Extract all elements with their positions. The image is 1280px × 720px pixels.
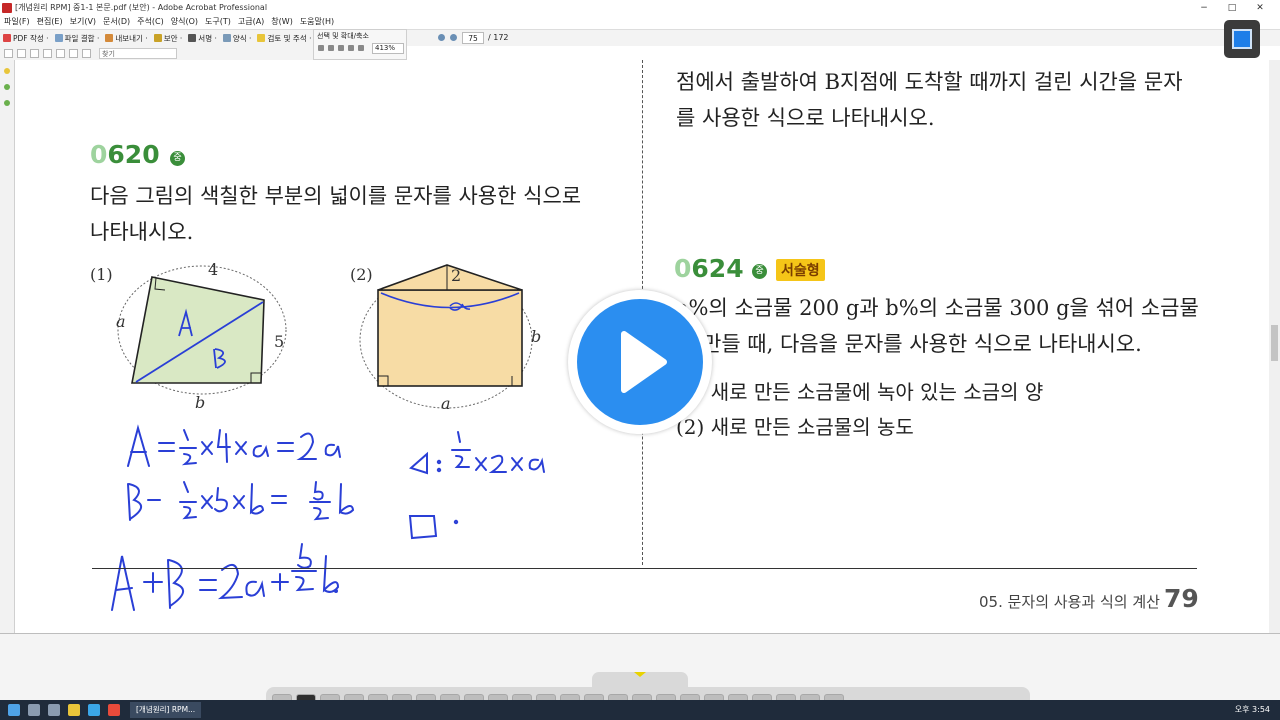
- scrollbar-thumb[interactable]: [1271, 325, 1278, 361]
- menu-file[interactable]: 파일(F): [4, 16, 30, 27]
- export-button[interactable]: 내보내기 ·: [105, 33, 148, 44]
- close-button[interactable]: ✕: [1246, 0, 1274, 15]
- zoom-in-icon[interactable]: [338, 45, 344, 51]
- ie-icon[interactable]: [88, 704, 100, 716]
- page-navigation: 75 / 172: [438, 29, 509, 46]
- menu-comments[interactable]: 주석(C): [137, 16, 164, 27]
- difficulty-badge: 중: [752, 264, 767, 279]
- pen-icon: [188, 34, 197, 42]
- search-input[interactable]: 찾기: [99, 47, 177, 59]
- menu-bar: 파일(F) 편집(E) 보기(V) 문서(D) 주석(C) 양식(O) 도구(T…: [0, 15, 1280, 28]
- question-number-0624: 0624: [674, 254, 744, 283]
- footer-page-number: 79: [1164, 584, 1199, 613]
- video-play-button[interactable]: [568, 290, 712, 434]
- pdf-icon: [3, 34, 11, 42]
- question-0624-item2: (2) 새로 만든 소금물의 농도: [676, 415, 914, 439]
- vertical-scrollbar[interactable]: [1269, 60, 1280, 633]
- figure-2-triangle: [377, 264, 523, 291]
- sign-button[interactable]: 서명 ·: [188, 33, 217, 44]
- main-toolbar: PDF 작성 · 파일 결합 · 내보내기 · 보안 · 서명 · 양식 · 검…: [0, 29, 1280, 46]
- drawing-app-button[interactable]: [1224, 20, 1260, 58]
- menu-edit[interactable]: 편집(E): [37, 16, 63, 27]
- attach-icon[interactable]: [56, 48, 65, 58]
- zoom-dropdown-icon[interactable]: [358, 45, 364, 51]
- search-icon[interactable]: [28, 704, 40, 716]
- print-icon[interactable]: [30, 48, 39, 58]
- bookmarks-icon[interactable]: [4, 68, 10, 74]
- footer-section-title: 05. 문자의 사용과 식의 계산: [979, 593, 1160, 611]
- review-button[interactable]: 검토 및 주석 ·: [257, 33, 312, 44]
- play-icon: [621, 331, 667, 393]
- export-icon: [105, 34, 114, 42]
- attachments-icon[interactable]: [4, 100, 10, 106]
- maximize-button[interactable]: □: [1218, 0, 1246, 15]
- undo-icon[interactable]: [69, 48, 78, 58]
- zoom-level-field[interactable]: 413%: [372, 43, 404, 54]
- hand-tool-icon[interactable]: [328, 45, 334, 51]
- question-0624-line1: a%의 소금물 200 g과 b%의 소금물 300 g을 섞어 소금물: [676, 296, 1199, 320]
- prev-page-icon[interactable]: [438, 34, 445, 41]
- file-combine-button[interactable]: 파일 결합 ·: [54, 33, 99, 44]
- open-icon[interactable]: [4, 48, 13, 58]
- question-0624-line2: 을 만들 때, 다음을 문자를 사용한 식으로 나타내시오.: [676, 332, 1142, 356]
- taskbar: [개념원리] RPM... 오후 3:54: [0, 700, 1280, 720]
- menu-document[interactable]: 문서(D): [103, 16, 130, 27]
- menu-forms[interactable]: 양식(O): [171, 16, 198, 27]
- select-tool-icon[interactable]: [318, 45, 324, 51]
- minimize-button[interactable]: −: [1190, 0, 1218, 15]
- play-button-circle: [577, 299, 703, 425]
- essay-type-badge: 서술형: [776, 259, 825, 281]
- menu-view[interactable]: 보기(V): [70, 16, 96, 27]
- chrome-icon[interactable]: [108, 704, 120, 716]
- comment-icon: [257, 34, 266, 42]
- figure-1-top-length: 4: [208, 260, 219, 279]
- collapse-arrow-icon: [634, 672, 646, 677]
- taskbar-acrobat-window[interactable]: [개념원리] RPM...: [130, 702, 202, 718]
- pages-icon[interactable]: [4, 84, 10, 90]
- secondary-toolbar: 찾기: [0, 46, 313, 60]
- form-icon: [222, 34, 231, 42]
- acrobat-icon: [2, 2, 12, 13]
- page-total: / 172: [488, 33, 509, 42]
- menu-window[interactable]: 창(W): [271, 16, 293, 27]
- navigation-pane: [0, 60, 15, 633]
- window-title: [개념원리 RPM] 중1-1 본문.pdf (보안) - Adobe Acro…: [15, 3, 268, 12]
- menu-help[interactable]: 도움말(H): [300, 16, 334, 27]
- save-icon[interactable]: [17, 48, 26, 58]
- drawing-app-icon: [1232, 29, 1252, 49]
- footer-rule: [92, 568, 1197, 569]
- combine-icon: [54, 34, 63, 42]
- lock-icon: [153, 34, 162, 42]
- zoom-toolbar: 선택 및 확대/축소 413%: [313, 29, 407, 60]
- menu-advanced[interactable]: 고급(A): [238, 16, 264, 27]
- security-button[interactable]: 보안 ·: [153, 33, 182, 44]
- figure-1-quadrilateral: [131, 276, 265, 384]
- figure-2-right-length: b: [531, 327, 542, 346]
- question-0624-item1: (1) 새로 만든 소금물에 녹아 있는 소금의 양: [676, 380, 1044, 404]
- forms-button[interactable]: 양식 ·: [222, 33, 251, 44]
- pdf-create-button[interactable]: PDF 작성 ·: [3, 33, 49, 44]
- figure-2-height-length: 2: [451, 266, 462, 285]
- figure-1-bottom-length: b: [195, 393, 206, 412]
- taskbar-clock: 오후 3:54: [1234, 705, 1270, 714]
- figure-1-left-length: a: [116, 312, 126, 331]
- folder-icon[interactable]: [68, 704, 80, 716]
- figure-2-rectangle: [377, 289, 523, 387]
- email-icon[interactable]: [43, 48, 52, 58]
- redo-icon[interactable]: [82, 48, 91, 58]
- page-number-field[interactable]: 75: [462, 31, 484, 44]
- zoom-out-icon[interactable]: [348, 45, 354, 51]
- handwritten-equations: [111, 424, 545, 611]
- figure-2-bottom-length: a: [441, 394, 451, 413]
- menu-tools[interactable]: 도구(T): [205, 16, 231, 27]
- next-page-icon[interactable]: [450, 34, 457, 41]
- title-bar: [개념원리 RPM] 중1-1 본문.pdf (보안) - Adobe Acro…: [0, 0, 1280, 15]
- figure-1-right-length: 5: [274, 332, 285, 351]
- task-view-icon[interactable]: [48, 704, 60, 716]
- zoom-group-label: 선택 및 확대/축소: [317, 32, 369, 40]
- start-icon[interactable]: [8, 704, 20, 716]
